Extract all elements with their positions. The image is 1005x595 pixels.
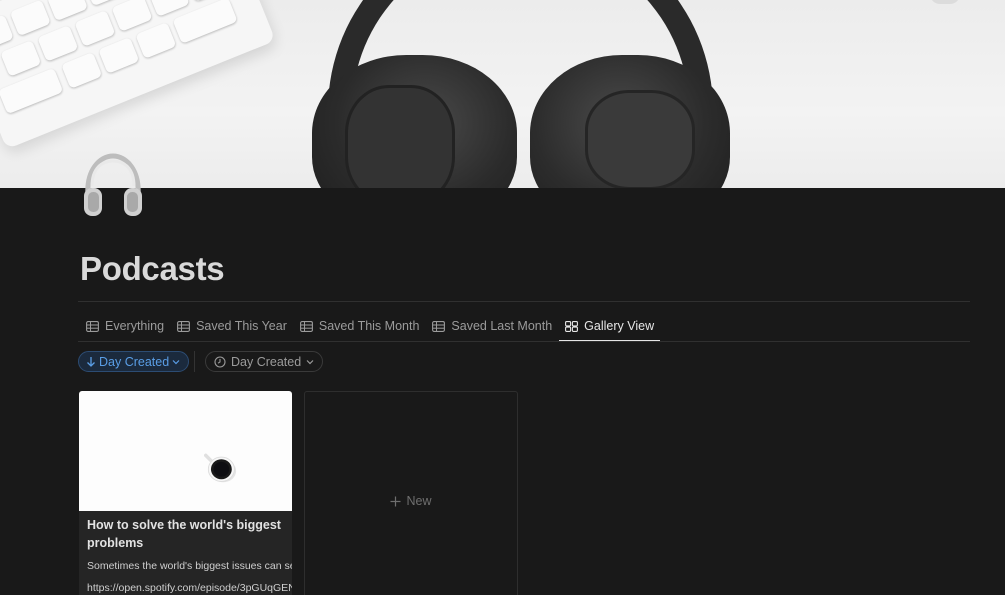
- new-card-label: New: [406, 494, 432, 508]
- card-url[interactable]: https://open.spotify.com/episode/3pGUqGE…: [87, 582, 292, 594]
- keyboard-illustration: [0, 0, 276, 150]
- table-icon: [177, 320, 191, 332]
- mouse-illustration: [930, 0, 960, 4]
- tab-label: Gallery View: [584, 319, 655, 333]
- card-description: Sometimes the world's biggest issues can…: [87, 560, 292, 572]
- tab-saved-last-month[interactable]: Saved Last Month: [426, 311, 558, 341]
- tab-everything[interactable]: Everything: [80, 311, 170, 341]
- tab-gallery-view[interactable]: Gallery View: [559, 311, 661, 342]
- sort-chip[interactable]: Day Created: [78, 351, 190, 372]
- coffee-cup-icon: [204, 453, 237, 483]
- headphones-icon[interactable]: [82, 152, 144, 220]
- filter-separator: [194, 351, 195, 372]
- tab-saved-this-year[interactable]: Saved This Year: [171, 311, 293, 341]
- new-card-button[interactable]: New: [304, 391, 518, 595]
- arrow-down-icon: [87, 357, 95, 367]
- filter-chip[interactable]: Day Created: [205, 351, 324, 372]
- sort-label: Day Created: [99, 354, 170, 369]
- tab-label: Saved This Month: [318, 319, 420, 333]
- gallery-icon: [565, 320, 579, 332]
- table-icon: [299, 320, 313, 332]
- clock-icon: [214, 355, 226, 368]
- tab-saved-this-month[interactable]: Saved This Month: [294, 311, 426, 341]
- page-title[interactable]: Podcasts: [80, 250, 225, 288]
- chevron-down-icon: [306, 359, 314, 364]
- tab-label: Everything: [105, 319, 165, 333]
- card-cover-image: [79, 391, 292, 511]
- plus-icon: [390, 496, 401, 506]
- table-icon: [86, 320, 99, 332]
- cover-image[interactable]: [0, 0, 1005, 188]
- gallery-card[interactable]: How to solve the world's biggest problem…: [79, 391, 292, 595]
- filter-label: Day Created: [231, 354, 302, 369]
- card-title: How to solve the world's biggest problem…: [87, 518, 281, 550]
- tab-label: Saved Last Month: [451, 319, 553, 333]
- chevron-down-icon: [172, 359, 180, 364]
- divider: [78, 301, 970, 302]
- table-icon: [432, 320, 446, 332]
- view-tabs: Everything Saved This Year Saved This Mo…: [80, 311, 661, 342]
- divider: [78, 341, 970, 342]
- tab-label: Saved This Year: [196, 319, 287, 333]
